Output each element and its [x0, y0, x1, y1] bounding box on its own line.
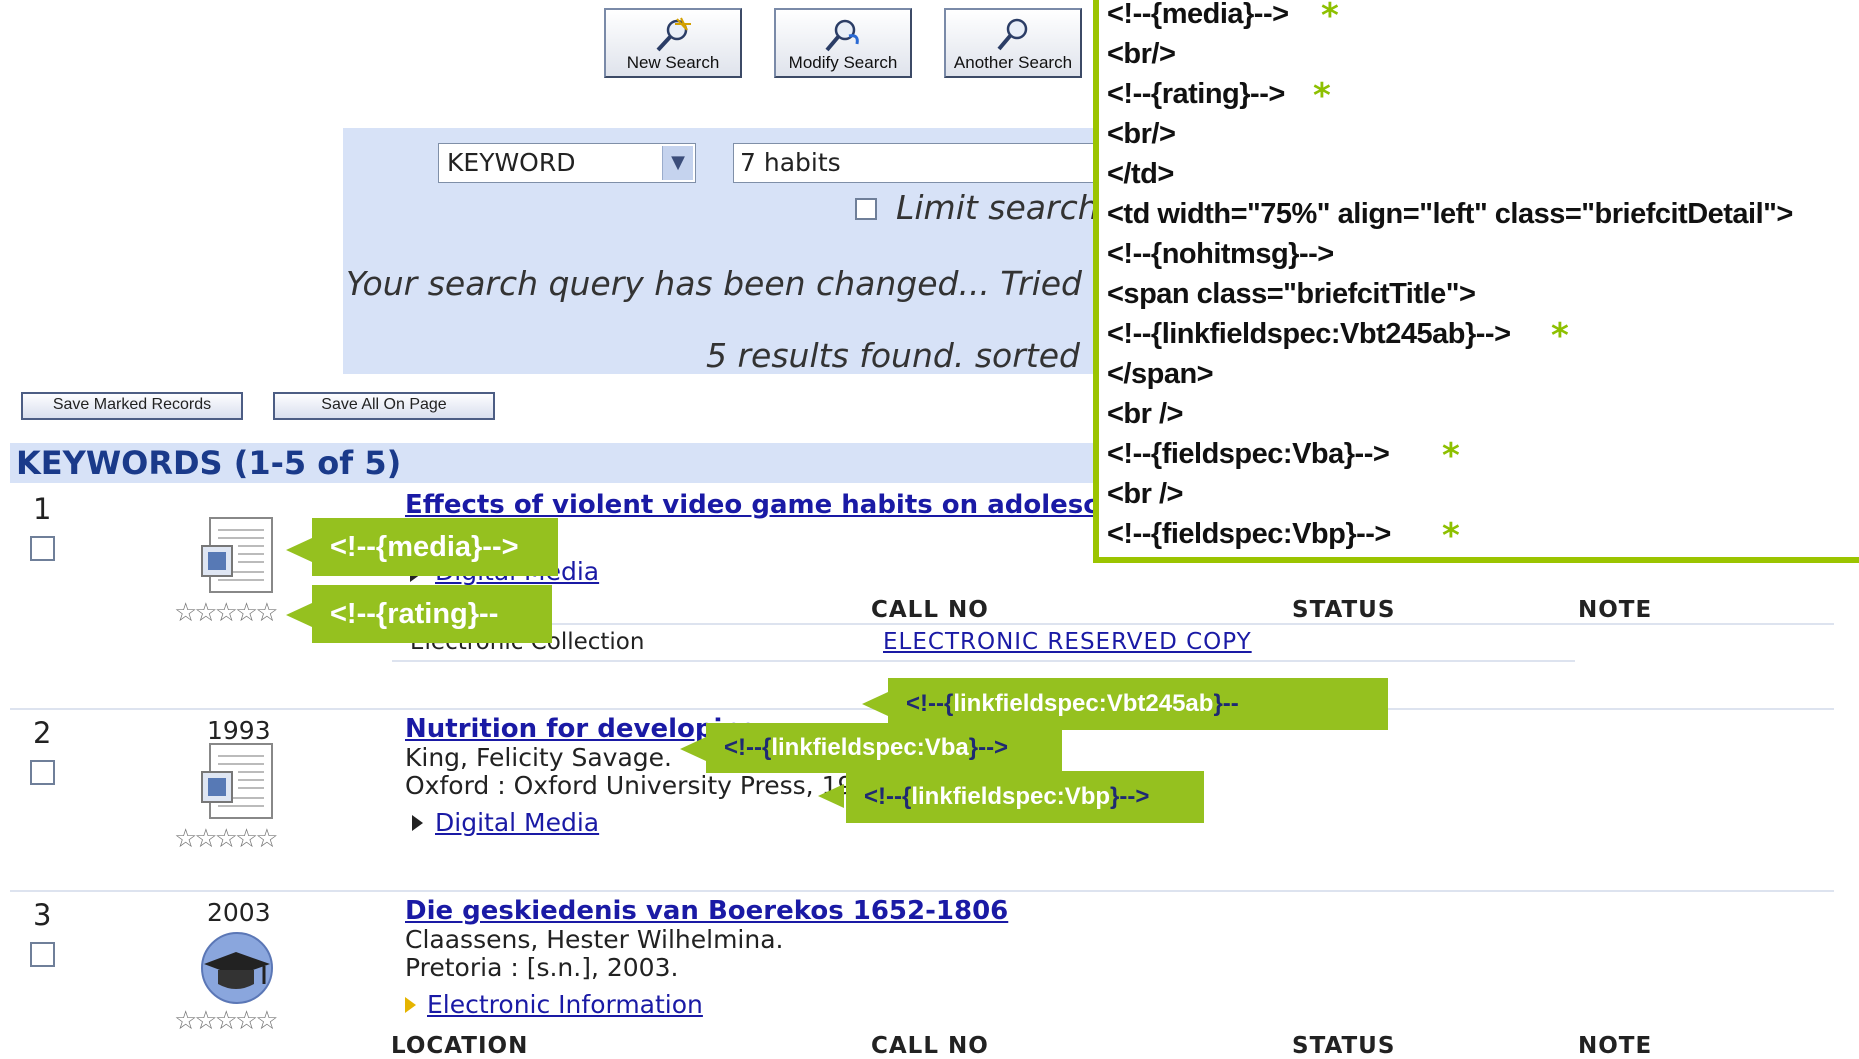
- search-input[interactable]: 7 habits: [733, 143, 1103, 183]
- code-line: <!--{media}-->: [1107, 0, 1289, 30]
- code-line: <!--{nohitmsg}-->: [1107, 238, 1334, 270]
- triangle-right-icon: [412, 815, 423, 831]
- location-header: LOCATION: [391, 1033, 529, 1059]
- code-line: <!--{fieldspec:Vbp}-->: [1107, 518, 1391, 550]
- save-marked-records-button[interactable]: Save Marked Records: [21, 392, 243, 420]
- rating-callout: <!--{rating}--: [312, 585, 552, 643]
- record-checkbox[interactable]: [30, 760, 55, 785]
- code-line: </span>: [1107, 358, 1214, 390]
- call-no-header: CALL NO: [871, 597, 989, 623]
- publisher-spec-callout: <!--{linkfieldspec:Vbp}-->: [846, 771, 1204, 823]
- asterisk-marker: *: [1321, 0, 1339, 36]
- new-search-button[interactable]: New Search: [604, 8, 742, 78]
- electronic-information-link[interactable]: Electronic Information: [427, 990, 703, 1019]
- limit-search-checkbox[interactable]: [855, 198, 877, 220]
- code-overlay: <!--{media}--> <br/> <!--{rating}--> <br…: [1093, 0, 1859, 563]
- save-all-on-page-button[interactable]: Save All On Page: [273, 392, 495, 420]
- triangle-right-icon: [405, 997, 416, 1013]
- status-header: STATUS: [1292, 1033, 1396, 1059]
- another-search-button[interactable]: Another Search: [944, 8, 1082, 78]
- document-icon: [201, 517, 273, 593]
- record-title-link[interactable]: Effects of violent video game habits on …: [405, 490, 1175, 520]
- query-changed-message: Your search query has been changed... Tr…: [346, 264, 1082, 303]
- record-author: Claassens, Hester Wilhelmina.: [405, 925, 784, 954]
- search-input-value: 7 habits: [740, 148, 841, 177]
- modify-search-label: Modify Search: [788, 53, 898, 72]
- status-header: STATUS: [1292, 597, 1396, 623]
- document-icon: [201, 743, 273, 819]
- another-search-label: Another Search: [953, 53, 1073, 72]
- call-no-link[interactable]: ELECTRONIC RESERVED COPY: [883, 629, 1252, 655]
- code-line: <span class="briefcitTitle">: [1107, 278, 1476, 310]
- code-line: <!--{rating}-->: [1107, 78, 1285, 110]
- graduation-cap-icon: [201, 932, 273, 1004]
- limit-search-label: Limit search: [896, 188, 1099, 227]
- new-search-label: New Search: [626, 53, 720, 72]
- call-no-header: CALL NO: [871, 1033, 989, 1059]
- callout-arrow-icon: [286, 538, 312, 562]
- digital-media-link[interactable]: Digital Media: [435, 808, 599, 837]
- asterisk-marker: *: [1551, 316, 1569, 356]
- record-divider: [10, 890, 1834, 892]
- search-index-value: KEYWORD: [447, 148, 576, 177]
- record-number: 2: [33, 716, 52, 750]
- record-title-link[interactable]: Die geskiedenis van Boerekos 1652-1806: [405, 896, 1008, 926]
- record-year: 1993: [207, 716, 271, 745]
- callout-arrow-icon: [286, 603, 312, 627]
- record-author: King, Felicity Savage.: [405, 743, 672, 772]
- record-publisher: Pretoria : [s.n.], 2003.: [405, 953, 679, 982]
- chevron-down-icon[interactable]: ▼: [662, 146, 693, 180]
- search-index-select[interactable]: KEYWORD ▼: [438, 143, 696, 183]
- media-callout: <!--{media}-->: [312, 518, 558, 576]
- modify-search-button[interactable]: Modify Search: [774, 8, 912, 78]
- divider: [392, 660, 1575, 662]
- record-number: 3: [33, 898, 52, 932]
- callout-arrow-icon: [862, 692, 888, 716]
- star-rating[interactable]: ☆☆☆☆☆: [174, 824, 279, 854]
- star-rating[interactable]: ☆☆☆☆☆: [174, 598, 279, 628]
- asterisk-marker: *: [1313, 76, 1331, 116]
- modify-search-icon: [825, 19, 859, 52]
- code-line: <!--{linkfieldspec:Vbt245ab}-->: [1107, 318, 1511, 350]
- callout-arrow-icon: [680, 737, 706, 761]
- code-line: <!--{fieldspec:Vba}-->: [1107, 438, 1390, 470]
- divider: [392, 623, 1834, 625]
- code-line: <br/>: [1107, 118, 1176, 150]
- another-search-icon: [997, 18, 1028, 51]
- record-number: 1: [33, 492, 52, 526]
- note-header: NOTE: [1578, 597, 1653, 623]
- results-count-message: 5 results found. sorted: [706, 336, 1080, 375]
- star-rating[interactable]: ☆☆☆☆☆: [174, 1006, 279, 1036]
- code-line: <br/>: [1107, 38, 1176, 70]
- note-header: NOTE: [1578, 1033, 1653, 1059]
- record-checkbox[interactable]: [30, 536, 55, 561]
- record-publisher: Oxford : Oxford University Press, 19: [405, 771, 854, 800]
- callout-arrow-icon: [818, 784, 844, 808]
- asterisk-marker: *: [1442, 436, 1460, 476]
- record-checkbox[interactable]: [30, 942, 55, 967]
- record-year: 2003: [207, 898, 271, 927]
- code-line: </td>: [1107, 158, 1174, 190]
- code-line: <td width="75%" align="left" class="brie…: [1107, 198, 1793, 230]
- new-search-icon: [656, 17, 691, 52]
- author-spec-callout: <!--{linkfieldspec:Vba}-->: [706, 723, 1062, 773]
- asterisk-marker: *: [1442, 516, 1460, 556]
- results-heading: KEYWORDS (1-5 of 5): [10, 443, 1095, 483]
- code-line: <br />: [1107, 398, 1184, 430]
- code-line: <br />: [1107, 478, 1184, 510]
